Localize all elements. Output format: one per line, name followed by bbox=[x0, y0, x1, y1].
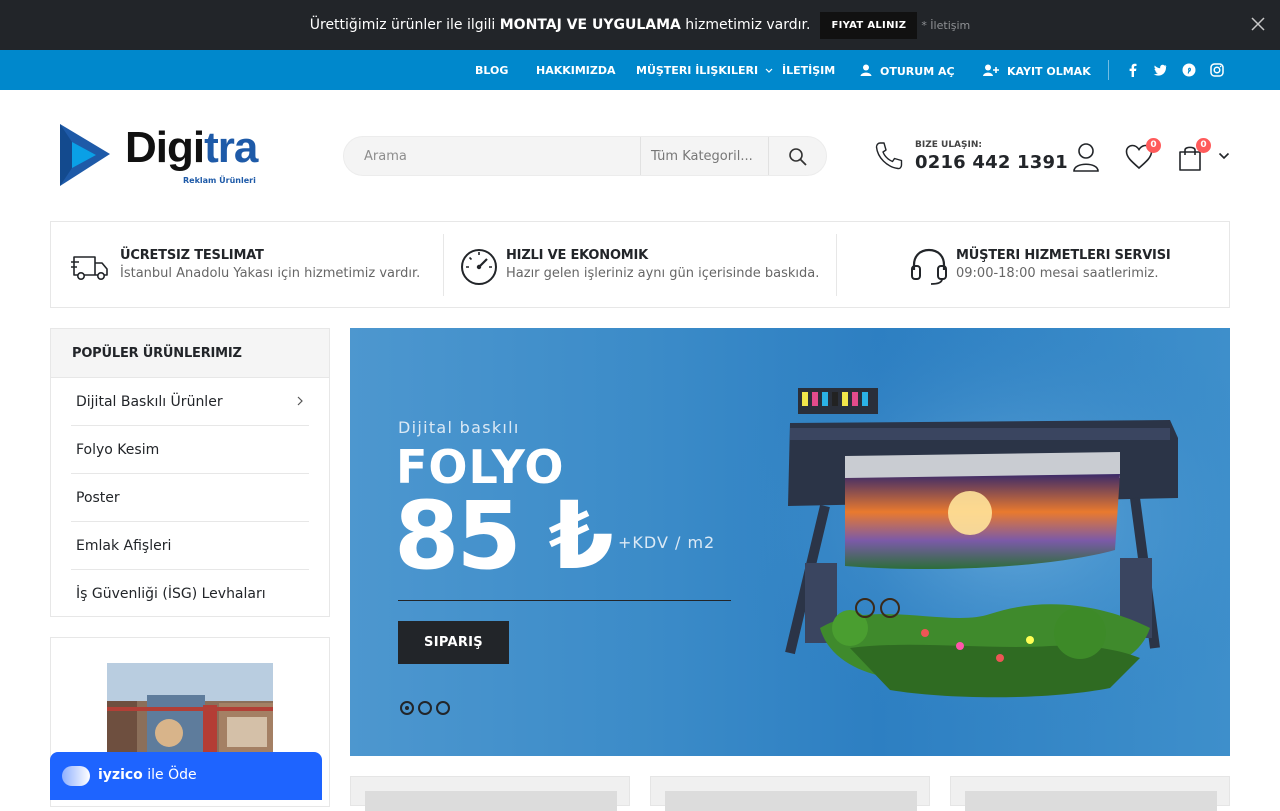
instagram-icon[interactable] bbox=[1210, 63, 1224, 77]
twitter-icon[interactable] bbox=[1153, 63, 1167, 77]
get-price-button[interactable]: FIYAT ALINIZ bbox=[820, 11, 918, 39]
hero-price-note: +KDV / m2 bbox=[618, 533, 716, 552]
phone-label: BIZE ULAŞIN: bbox=[915, 140, 982, 150]
category-select[interactable]: Tüm Kategoril... bbox=[651, 149, 753, 164]
close-icon[interactable] bbox=[1250, 16, 1266, 32]
announcement-text: Ürettiğimiz ürünler ile ilgili MONTAJ VE… bbox=[309, 17, 811, 33]
cart-count-badge: 0 bbox=[1196, 138, 1211, 153]
search-bar: Arama Tüm Kategoril... bbox=[343, 136, 827, 176]
truck-icon bbox=[71, 256, 108, 280]
sidebar-item-label: Dijital Baskılı Ürünler bbox=[76, 394, 223, 410]
iyzico-logo bbox=[62, 766, 90, 786]
phone-icon bbox=[875, 142, 903, 170]
product-card[interactable] bbox=[350, 776, 630, 811]
nav-blog[interactable]: BLOG bbox=[475, 64, 508, 77]
feature-title: HIZLI VE EKONOMIK bbox=[506, 248, 649, 263]
feature-title: MÜŞTERI HIZMETLERI SERVISI bbox=[956, 248, 1171, 263]
iyzico-pay-button[interactable]: iyzico ile Öde bbox=[50, 752, 322, 800]
sidebar-item-poster[interactable]: Poster bbox=[71, 474, 309, 522]
announcement-bar: Ürettiğimiz ürünler ile ilgili MONTAJ VE… bbox=[0, 0, 1280, 50]
sidebar-item-real-estate[interactable]: Emlak Afişleri bbox=[71, 522, 309, 570]
sidebar-item-safety-signs[interactable]: İş Güvenliği (İSG) Levhaları bbox=[71, 570, 309, 618]
product-image bbox=[965, 791, 1217, 811]
sidebar-item-label: Poster bbox=[76, 490, 120, 506]
sidebar-item-digital-print[interactable]: Dijital Baskılı Ürünler bbox=[71, 378, 309, 426]
feature-fast-economic: HIZLI VE EKONOMIK Hazır gelen işleriniz … bbox=[444, 222, 836, 307]
popular-products-menu: POPÜLER ÜRÜNLERIMIZ Dijital Baskılı Ürün… bbox=[50, 328, 330, 617]
headset-icon bbox=[911, 248, 947, 285]
nav-login[interactable]: OTURUM AÇ bbox=[860, 64, 955, 78]
feature-customer-service: MÜŞTERI HIZMETLERI SERVISI 09:00-18:00 m… bbox=[837, 222, 1229, 307]
search-icon[interactable] bbox=[788, 147, 808, 167]
hero-subtitle: Dijital baskılı bbox=[398, 418, 520, 437]
nav-register-label: KAYIT OLMAK bbox=[1007, 65, 1091, 78]
logo-tagline: Reklam Ürünleri bbox=[183, 176, 256, 185]
product-card[interactable] bbox=[950, 776, 1230, 811]
facebook-icon[interactable] bbox=[1126, 63, 1140, 77]
sidebar-item-label: Emlak Afişleri bbox=[76, 538, 172, 554]
user-icon bbox=[860, 64, 872, 76]
site-logo[interactable]: Digitra Reklam Ürünleri bbox=[58, 120, 258, 190]
feature-desc: İstanbul Anadolu Yakası için hizmetimiz … bbox=[120, 266, 421, 281]
contact-link[interactable]: * İletişim bbox=[921, 19, 970, 32]
search-divider bbox=[768, 137, 769, 175]
features-strip: ÜCRETSIZ TESLIMAT İstanbul Anadolu Yakas… bbox=[50, 221, 1230, 308]
nav-register[interactable]: KAYIT OLMAK bbox=[983, 64, 1091, 78]
chevron-right-icon bbox=[297, 396, 303, 406]
speedometer-icon bbox=[461, 249, 497, 285]
slider-dot[interactable] bbox=[436, 701, 450, 715]
account-icon[interactable] bbox=[1072, 142, 1100, 172]
order-button[interactable]: SIPARIŞ bbox=[398, 621, 509, 664]
chevron-down-icon[interactable] bbox=[1218, 152, 1230, 160]
chevron-down-icon bbox=[765, 68, 773, 73]
sidebar-item-vinyl-cut[interactable]: Folyo Kesim bbox=[71, 426, 309, 474]
logo-mark bbox=[60, 124, 110, 186]
search-input[interactable]: Arama bbox=[364, 149, 407, 164]
nav-about[interactable]: HAKKIMIZDA bbox=[536, 64, 616, 77]
feature-title: ÜCRETSIZ TESLIMAT bbox=[120, 248, 264, 263]
wishlist-count-badge: 0 bbox=[1146, 138, 1161, 153]
top-nav: BLOG HAKKIMIZDA MÜŞTERI İLIŞKILERI İLETİ… bbox=[0, 50, 1280, 90]
pinterest-icon[interactable] bbox=[1182, 63, 1196, 77]
iyzico-label: iyzico ile Öde bbox=[98, 767, 197, 783]
nav-login-label: OTURUM AÇ bbox=[880, 65, 955, 78]
hero-slider: Dijital baskılı FOLYO 85 ₺ +KDV / m2 SIP… bbox=[350, 328, 1230, 756]
hero-price: 85 ₺ bbox=[394, 482, 614, 591]
phone-number[interactable]: 0216 442 1391 bbox=[915, 152, 1068, 173]
user-plus-icon bbox=[983, 64, 999, 76]
slider-dot[interactable] bbox=[400, 701, 414, 715]
product-image bbox=[365, 791, 617, 811]
logo-wordmark: Digitra bbox=[125, 123, 258, 172]
feature-free-delivery: ÜCRETSIZ TESLIMAT İstanbul Anadolu Yakas… bbox=[51, 222, 443, 307]
sidebar-item-label: İş Güvenliği (İSG) Levhaları bbox=[76, 586, 266, 602]
site-header: Digitra Reklam Ürünleri Arama Tüm Katego… bbox=[0, 90, 1280, 220]
sidebar-title: POPÜLER ÜRÜNLERIMIZ bbox=[51, 329, 329, 378]
feature-desc: 09:00-18:00 mesai saatlerimiz. bbox=[956, 266, 1159, 281]
sidebar-item-label: Folyo Kesim bbox=[76, 442, 160, 458]
hero-divider bbox=[398, 600, 731, 601]
nav-customer-relations-label: MÜŞTERI İLIŞKILERI bbox=[636, 64, 759, 77]
product-card[interactable] bbox=[650, 776, 930, 811]
nav-contact[interactable]: İLETİŞIM bbox=[782, 64, 835, 77]
slider-dot[interactable] bbox=[418, 701, 432, 715]
nav-customer-relations[interactable]: MÜŞTERI İLIŞKILERI bbox=[636, 64, 773, 77]
product-image bbox=[665, 791, 917, 811]
search-divider bbox=[640, 137, 641, 175]
nav-divider bbox=[1108, 60, 1109, 80]
feature-desc: Hazır gelen işleriniz aynı gün içerisind… bbox=[506, 266, 820, 281]
